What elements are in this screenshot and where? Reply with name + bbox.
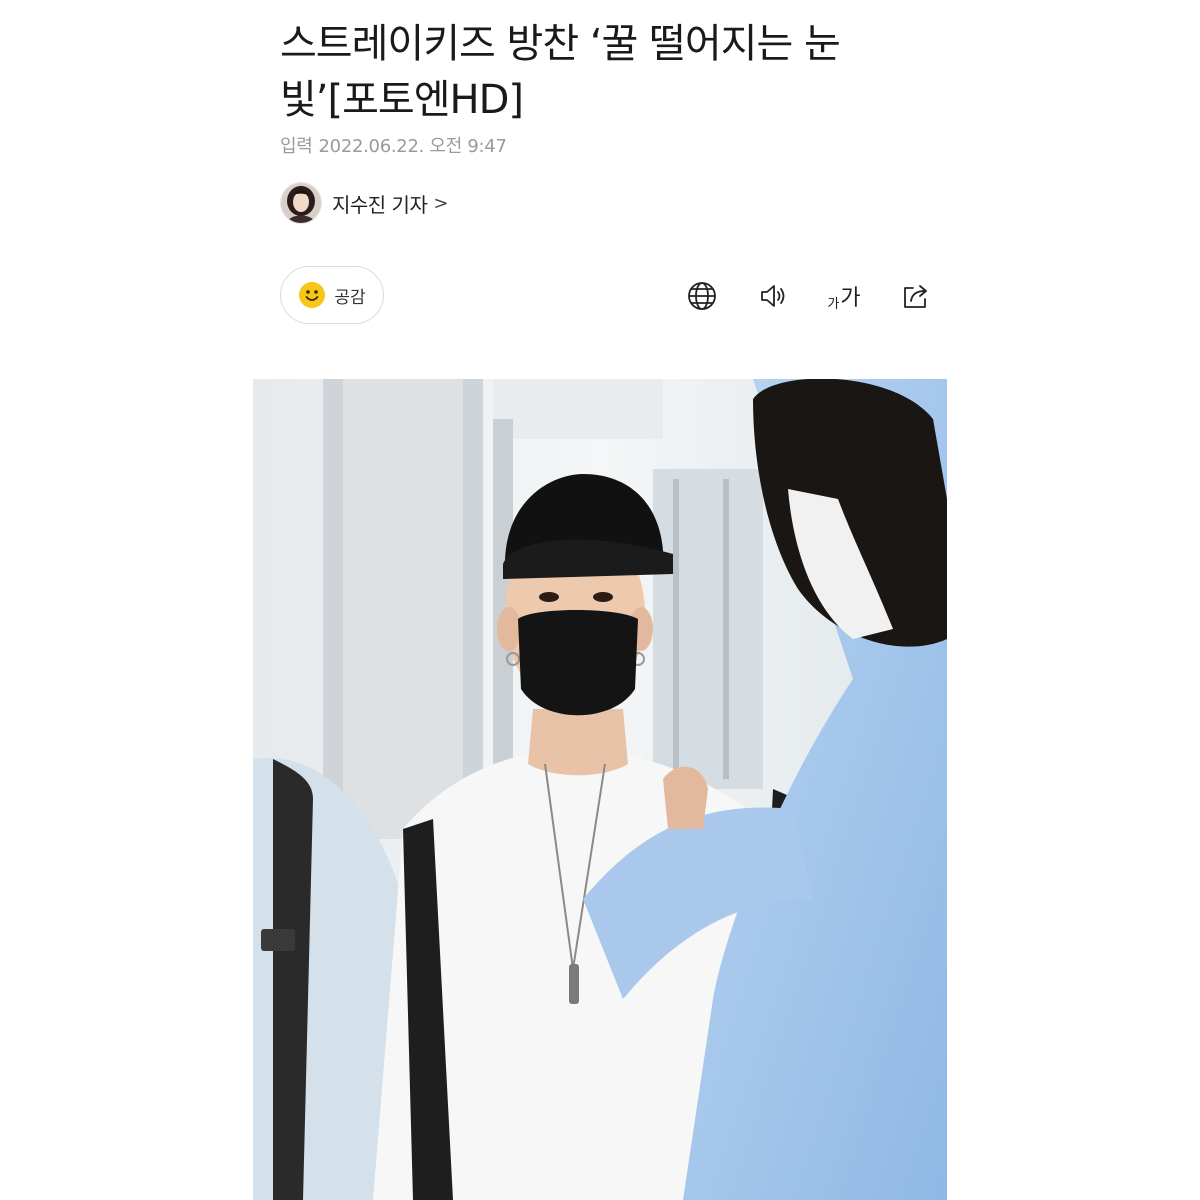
listen-button[interactable] bbox=[754, 276, 794, 316]
font-size-button[interactable]: 가가 bbox=[824, 276, 864, 316]
reporter-name: 지수진 기자 bbox=[332, 192, 428, 217]
headline-line-1: 스트레이키즈 방찬 ‘꿀 떨어지는 눈 bbox=[280, 21, 841, 67]
font-size-icon: 가가 bbox=[827, 280, 860, 312]
article-toolbar: 공감 가가 bbox=[280, 266, 948, 326]
share-icon bbox=[904, 285, 927, 308]
headline-line-2: 빛’[포토엔HD] bbox=[280, 77, 524, 123]
globe-icon bbox=[688, 282, 716, 310]
empathy-button[interactable]: 공감 bbox=[280, 266, 384, 324]
chevron-right-icon: > bbox=[433, 192, 449, 214]
date-value: 2022.06.22. 오전 9:47 bbox=[318, 136, 507, 157]
reporter-avatar bbox=[280, 182, 322, 224]
font-size-large-glyph: 가 bbox=[840, 286, 861, 311]
smile-icon bbox=[299, 282, 326, 308]
published-date: 입력 2022.06.22. 오전 9:47 bbox=[280, 132, 507, 158]
speaker-icon bbox=[761, 285, 785, 307]
font-size-small-glyph: 가 bbox=[827, 297, 840, 312]
translate-button[interactable] bbox=[682, 276, 722, 316]
empathy-label: 공감 bbox=[334, 287, 366, 308]
date-label: 입력 bbox=[280, 136, 313, 157]
reporter-link[interactable]: 지수진 기자 > bbox=[280, 181, 448, 225]
article-headline: 스트레이키즈 방찬 ‘꿀 떨어지는 눈 빛’[포토엔HD] bbox=[280, 16, 920, 128]
article-photo bbox=[253, 379, 947, 1200]
share-button[interactable] bbox=[896, 276, 936, 316]
